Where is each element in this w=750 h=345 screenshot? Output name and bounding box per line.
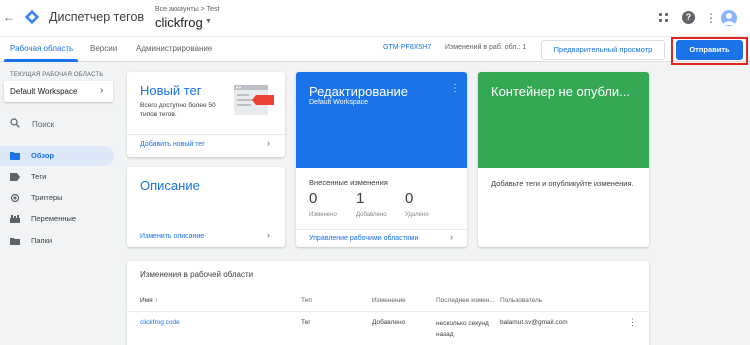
tag-manager-logo: [24, 9, 40, 25]
column-header-last-modified[interactable]: Последнее измен...: [436, 297, 495, 304]
deleted-label: Удалено: [405, 212, 429, 218]
editing-card[interactable]: Редактирование Default Workspace ⋮ Внесе…: [296, 72, 467, 247]
breadcrumb[interactable]: Все аккаунты > Test: [155, 6, 219, 13]
column-header-name[interactable]: Имя ↑: [140, 297, 158, 304]
add-new-tag-link[interactable]: Добавить новый тег: [140, 141, 205, 148]
card-divider: [296, 229, 467, 230]
table-cell-type: Тег: [301, 319, 311, 326]
changes-title: Внесенные изменения: [309, 178, 388, 187]
edit-description-link[interactable]: Изменить описание: [140, 233, 204, 240]
deleted-count: 0: [405, 190, 414, 207]
workspace-changes-count: Изменений в раб. обл.: 1: [445, 44, 527, 51]
table-cell-name[interactable]: clickfrog code: [140, 319, 180, 326]
more-vert-icon[interactable]: ⋮: [450, 83, 460, 94]
sidebar-item-overview[interactable]: Обзор: [0, 146, 114, 166]
sidebar-item-variables[interactable]: Переменные: [0, 209, 114, 229]
more-vert-icon[interactable]: ⋮: [628, 317, 637, 328]
card-divider: [127, 134, 285, 135]
new-tag-title: Новый тег: [140, 83, 202, 98]
modified-label: Изменено: [309, 212, 337, 218]
trigger-icon: [10, 194, 20, 202]
column-header-type[interactable]: Тип: [301, 297, 312, 304]
added-count: 1: [356, 190, 365, 207]
modified-count: 0: [309, 190, 318, 207]
chevron-right-icon: ›: [100, 85, 104, 96]
overview-icon: [10, 152, 20, 160]
avatar[interactable]: [721, 10, 737, 26]
app-title: Диспетчер тегов: [49, 10, 145, 24]
tab-bar: Рабочая область Версии Администрирование…: [0, 36, 750, 65]
container-id-link[interactable]: GTM-PF8X5H7: [383, 44, 431, 51]
preview-button[interactable]: Предварительный просмотр: [541, 40, 665, 60]
new-tag-description: Всего доступно более 50 типов тегов.: [140, 102, 216, 118]
new-tag-card[interactable]: Новый тег Всего доступно более 50 типов …: [127, 72, 285, 157]
sidebar-item-label: Папки: [31, 236, 53, 245]
tab-workspace[interactable]: Рабочая область: [10, 44, 73, 53]
tag-icon: [10, 173, 20, 181]
sidebar-item-folders[interactable]: Папки: [0, 231, 114, 251]
back-arrow-icon[interactable]: ←: [3, 10, 15, 24]
table-cell-last-modified: несколько секунд назад: [436, 320, 489, 338]
sidebar-item-triggers[interactable]: Триггеры: [0, 188, 114, 208]
workspace-changes-title: Изменения в рабочей области: [140, 270, 254, 279]
more-vert-icon[interactable]: ⋮: [705, 10, 717, 26]
search-icon[interactable]: [10, 118, 20, 128]
sidebar-item-label: Триггеры: [31, 193, 63, 202]
table-divider: [127, 311, 649, 312]
editing-title: Редактирование: [309, 84, 409, 99]
chevron-right-icon[interactable]: ›: [267, 230, 270, 240]
chevron-right-icon[interactable]: ›: [267, 138, 270, 148]
caret-down-icon[interactable]: ▼: [205, 18, 212, 25]
editing-workspace-name: Default Workspace: [309, 99, 369, 106]
sidebar-item-label: Теги: [31, 172, 47, 181]
container-selector[interactable]: clickfrog: [155, 15, 203, 30]
publish-status-title: Контейнер не опубли...: [491, 84, 631, 99]
new-tag-illustration: [234, 85, 274, 115]
tab-admin[interactable]: Администрирование: [136, 44, 212, 53]
folder-icon: [10, 238, 20, 245]
workspace-selector[interactable]: Default Workspace ›: [4, 81, 113, 102]
added-label: Добавлено: [356, 212, 387, 218]
variables-icon: [10, 215, 20, 223]
apps-grid-icon[interactable]: [659, 13, 669, 23]
workspace-changes-card: Изменения в рабочей области Имя ↑ Тип Из…: [127, 261, 649, 345]
help-icon[interactable]: ?: [682, 11, 695, 24]
workspace-name: Default Workspace: [10, 87, 78, 96]
submit-button[interactable]: Отправить: [676, 40, 743, 60]
sidebar-item-label: Обзор: [31, 151, 55, 160]
description-card[interactable]: Описание Изменить описание ›: [127, 167, 285, 247]
account-icon: [723, 13, 735, 25]
description-title: Описание: [140, 178, 200, 193]
column-header-change[interactable]: Изменение: [372, 297, 406, 304]
manage-workspaces-link[interactable]: Управление рабочими областями: [309, 235, 418, 242]
publish-status-card: Контейнер не опубли... Добавьте теги и о…: [478, 72, 649, 247]
table-cell-change: Добавлено: [372, 319, 406, 326]
publish-status-text: Добавьте теги и опубликуйте изменения.: [491, 179, 634, 188]
search-input[interactable]: Поиск: [32, 120, 54, 129]
tab-versions[interactable]: Версии: [90, 44, 117, 53]
column-header-user[interactable]: Пользователь: [500, 297, 542, 304]
top-app-bar: ← Диспетчер тегов Все аккаунты > Test cl…: [0, 0, 750, 36]
table-cell-user: balamut.sv@gmail.com: [500, 319, 568, 326]
active-tab-indicator: [4, 59, 78, 62]
sidebar-item-tags[interactable]: Теги: [0, 167, 114, 187]
sidebar-item-label: Переменные: [31, 214, 77, 223]
current-workspace-label: ТЕКУЩАЯ РАБОЧАЯ ОБЛАСТЬ: [10, 72, 104, 78]
chevron-right-icon[interactable]: ›: [450, 232, 453, 242]
